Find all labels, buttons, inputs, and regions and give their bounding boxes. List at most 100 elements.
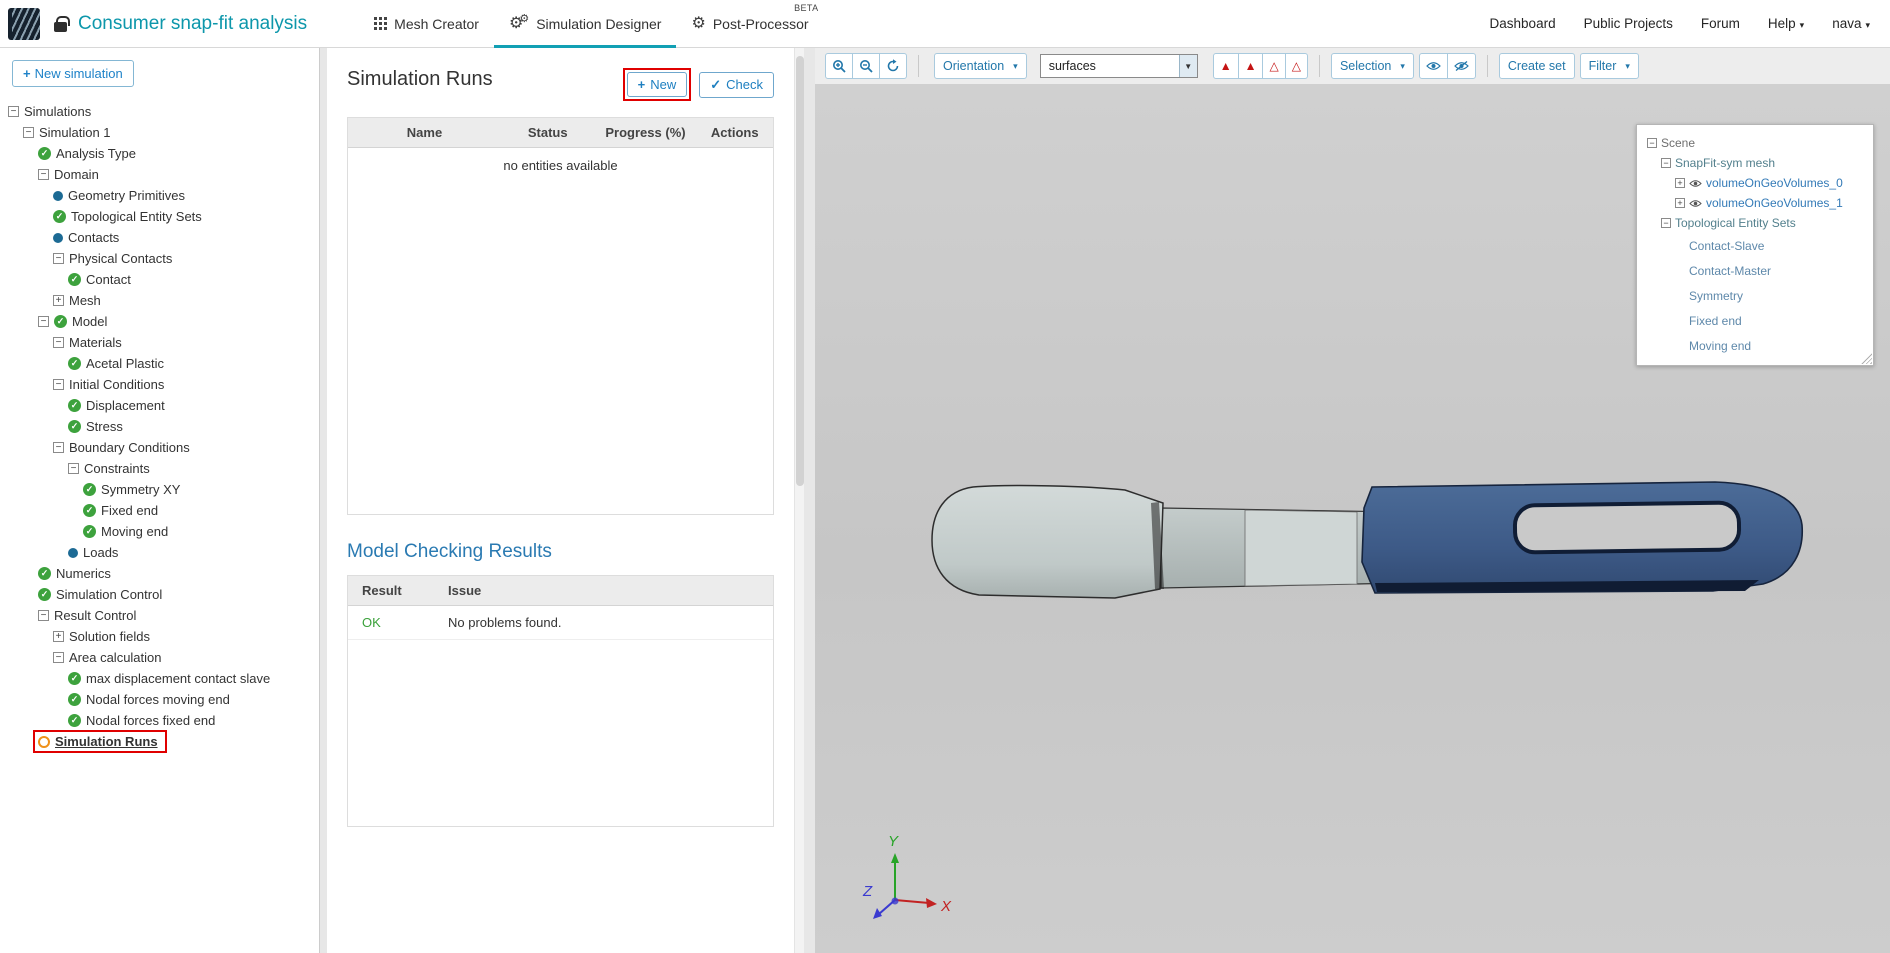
collapse-icon[interactable]: − (1661, 218, 1671, 228)
scrollbar-thumb[interactable] (796, 56, 804, 486)
scene-item-symmetry[interactable]: Symmetry (1647, 283, 1867, 308)
check-model-button[interactable]: ✓ Check (699, 71, 774, 98)
new-simulation-button[interactable]: + New simulation (12, 60, 134, 87)
tree-item-boundary-conditions[interactable]: − Boundary Conditions (0, 437, 319, 458)
panel-scrollbar[interactable] (794, 48, 804, 953)
collapse-icon[interactable]: − (23, 127, 34, 138)
eye-icon[interactable] (1689, 199, 1702, 208)
tab-post-processor[interactable]: ⚙ Post-Processor BETA (676, 0, 823, 48)
reset-view-button[interactable] (879, 53, 907, 79)
scene-tree-rows: − Scene − SnapFit-sym mesh + volumeOnGeoVolum… (1647, 133, 1867, 358)
tree-item-simulations[interactable]: − Simulations (0, 101, 319, 122)
tab-simulation-designer[interactable]: ⚙ ⚙ Simulation Designer (494, 0, 677, 48)
new-run-label: New (650, 77, 677, 92)
tree-item-max-displacement-contact-slave[interactable]: ✓ max displacement contact slave (0, 668, 319, 689)
collapse-icon[interactable]: − (38, 316, 49, 327)
collapse-icon[interactable]: − (1647, 138, 1657, 148)
tree-item-mesh[interactable]: + Mesh (0, 290, 319, 311)
section-tool-button-1[interactable]: ▲ (1212, 53, 1239, 79)
scene-item-topological-entity-sets[interactable]: − Topological Entity Sets (1647, 213, 1867, 233)
tree-item-physical-contacts[interactable]: − Physical Contacts (0, 248, 319, 269)
snap-fit-model[interactable] (931, 481, 1804, 599)
orientation-dropdown[interactable]: Orientation ▾ (934, 53, 1027, 79)
tree-item-displacement[interactable]: ✓ Displacement (0, 395, 319, 416)
tree-item-simulation-control[interactable]: ✓ Simulation Control (0, 584, 319, 605)
display-mode-select[interactable]: surfaces ▼ (1039, 54, 1198, 78)
expand-icon[interactable]: + (1675, 178, 1685, 188)
collapse-icon[interactable]: − (68, 463, 79, 474)
zoom-in-button[interactable] (825, 53, 853, 79)
3d-viewport[interactable]: Y X Z − Scene − SnapFit-sym mesh + volumeOnGe… (815, 84, 1890, 953)
scene-item-contact-master[interactable]: Contact-Master (1647, 258, 1867, 283)
zoom-fit-button[interactable] (852, 53, 880, 79)
show-selection-button[interactable] (1418, 53, 1448, 79)
scene-item-volumeongeovolumes-0[interactable]: + volumeOnGeoVolumes_0 (1647, 173, 1867, 193)
eye-icon[interactable] (1689, 179, 1702, 188)
section-tool-button-2[interactable]: ▲ (1237, 53, 1264, 79)
tab-label: Post-Processor (712, 15, 809, 32)
tree-item-constraints[interactable]: − Constraints (0, 458, 319, 479)
check-icon: ✓ (68, 420, 81, 433)
new-run-button[interactable]: + New (626, 72, 688, 97)
simscale-logo[interactable] (8, 7, 40, 40)
tree-item-area-calculation[interactable]: − Area calculation (0, 647, 319, 668)
annotation-box-new-button: + New (622, 68, 692, 101)
collapse-icon[interactable]: − (38, 169, 49, 180)
selection-dropdown[interactable]: Selection ▾ (1330, 53, 1414, 79)
nav-link-dashboard[interactable]: Dashboard (1490, 16, 1556, 31)
collapse-icon[interactable]: − (53, 253, 64, 264)
tree-item-fixed-end[interactable]: ✓ Fixed end (0, 500, 319, 521)
collapse-icon[interactable]: − (8, 106, 19, 117)
expand-icon[interactable]: + (1675, 198, 1685, 208)
tree-item-analysis-type[interactable]: ✓ Analysis Type (0, 143, 319, 164)
tree-item-nodal-forces-moving-end[interactable]: ✓ Nodal forces moving end (0, 689, 319, 710)
nav-link-public-projects[interactable]: Public Projects (1584, 16, 1673, 31)
scene-item-scene[interactable]: − Scene (1647, 133, 1867, 153)
tree-item-simulation-runs[interactable]: Simulation Runs (0, 730, 319, 753)
tree-item-model[interactable]: − ✓ Model (0, 311, 319, 332)
tab-mesh-creator[interactable]: Mesh Creator (359, 0, 494, 48)
tree-item-contact[interactable]: ✓ Contact (0, 269, 319, 290)
model-checking-table: Result Issue OK No problems found. (347, 575, 774, 827)
collapse-icon[interactable]: − (53, 337, 64, 348)
tree-item-solution-fields[interactable]: + Solution fields (0, 626, 319, 647)
tree-item-symmetry-xy[interactable]: ✓ Symmetry XY (0, 479, 319, 500)
red-triangle-outline-line-icon: △ (1291, 59, 1301, 73)
tree-item-result-control[interactable]: − Result Control (0, 605, 319, 626)
tree-item-contacts[interactable]: Contacts (0, 227, 319, 248)
hide-selection-button[interactable] (1446, 53, 1476, 79)
tree-item-geometry-primitives[interactable]: Geometry Primitives (0, 185, 319, 206)
tree-item-stress[interactable]: ✓ Stress (0, 416, 319, 437)
tree-item-domain[interactable]: − Domain (0, 164, 319, 185)
collapse-icon[interactable]: − (53, 652, 64, 663)
tree-item-nodal-forces-fixed-end[interactable]: ✓ Nodal forces fixed end (0, 710, 319, 731)
expand-icon[interactable]: + (53, 631, 64, 642)
tree-item-initial-conditions[interactable]: − Initial Conditions (0, 374, 319, 395)
scene-item-contact-slave[interactable]: Contact-Slave (1647, 233, 1867, 258)
collapse-icon[interactable]: − (53, 442, 64, 453)
tree-item-materials[interactable]: − Materials (0, 332, 319, 353)
tree-item-label: Mesh (69, 293, 101, 308)
help-menu[interactable]: Help ▾ (1768, 16, 1804, 31)
tree-item-acetal-plastic[interactable]: ✓ Acetal Plastic (0, 353, 319, 374)
tree-item-simulation-1[interactable]: − Simulation 1 (0, 122, 319, 143)
collapse-icon[interactable]: − (38, 610, 49, 621)
create-set-button[interactable]: Create set (1498, 53, 1575, 79)
section-tool-button-3[interactable]: △ (1262, 53, 1286, 79)
expand-icon[interactable]: + (53, 295, 64, 306)
collapse-icon[interactable]: − (1661, 158, 1671, 168)
tree-item-label: Moving end (101, 524, 169, 539)
scene-item-volumeongeovolumes-1[interactable]: + volumeOnGeoVolumes_1 (1647, 193, 1867, 213)
scene-item-moving-end[interactable]: Moving end (1647, 333, 1867, 358)
tree-item-loads[interactable]: Loads (0, 542, 319, 563)
scene-item-fixed-end[interactable]: Fixed end (1647, 308, 1867, 333)
tree-item-moving-end[interactable]: ✓ Moving end (0, 521, 319, 542)
tree-item-numerics[interactable]: ✓ Numerics (0, 563, 319, 584)
filter-dropdown[interactable]: Filter ▾ (1579, 53, 1639, 79)
collapse-icon[interactable]: − (53, 379, 64, 390)
scene-item-snapfit-sym-mesh[interactable]: − SnapFit-sym mesh (1647, 153, 1867, 173)
tree-item-topological-entity-sets[interactable]: ✓ Topological Entity Sets (0, 206, 319, 227)
nav-link-forum[interactable]: Forum (1701, 16, 1740, 31)
section-tool-button-4[interactable]: △ (1284, 53, 1308, 79)
user-menu[interactable]: nava ▾ (1832, 16, 1870, 31)
